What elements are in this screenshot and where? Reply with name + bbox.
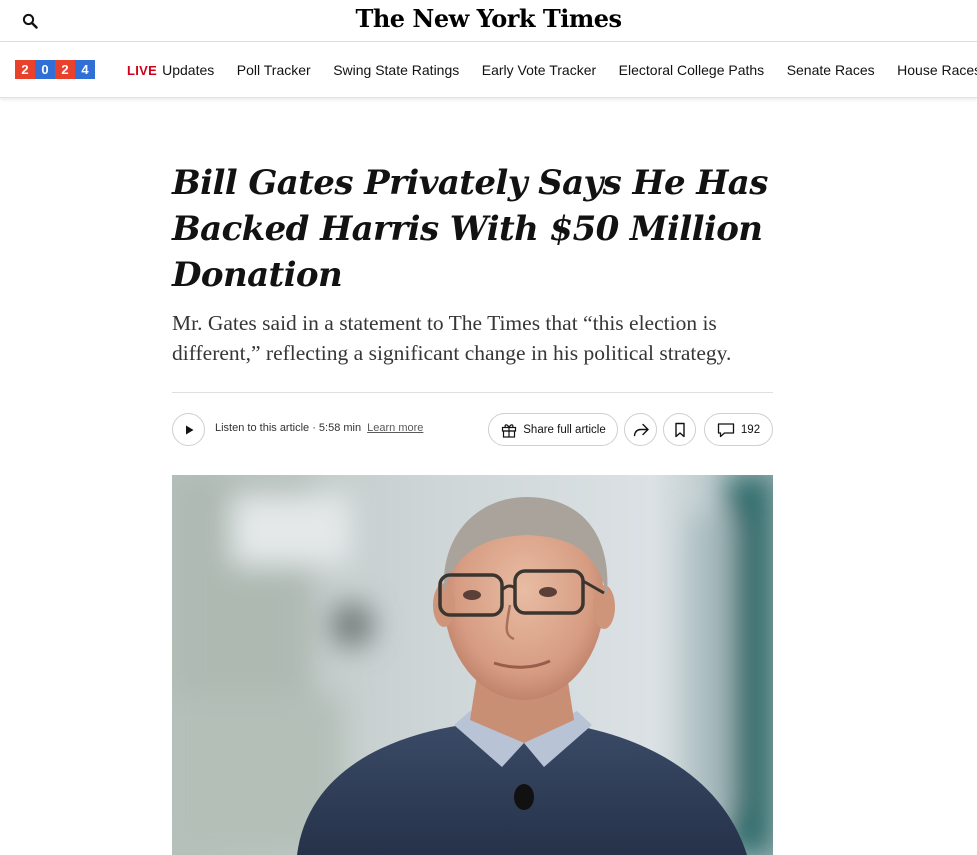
gift-icon xyxy=(502,423,517,438)
article-headline: Bill Gates Privately Says He Has Backed … xyxy=(172,163,768,295)
nav-item-label: Updates xyxy=(162,61,215,78)
nav-item-senate-races[interactable]: Senate Races xyxy=(787,62,875,78)
article-lead-photo xyxy=(172,475,773,855)
nav-item-poll-tracker[interactable]: Poll Tracker xyxy=(237,62,311,78)
listen-duration: Listen to this article · 5:58 min xyxy=(215,422,362,434)
year-digit: 0 xyxy=(35,60,55,79)
play-audio-button[interactable] xyxy=(172,413,205,446)
nav-item-swing-state-ratings[interactable]: Swing State Ratings xyxy=(333,62,459,78)
live-label: LIVE xyxy=(127,62,158,78)
nav-item-house-races[interactable]: House Races xyxy=(897,62,977,78)
article-header: Bill Gates Privately Says He Has Backed … xyxy=(172,160,773,465)
bookmark-button[interactable] xyxy=(663,413,696,446)
listen-label: Listen to this article · 5:58 min Learn m… xyxy=(215,422,423,434)
masthead: The New York Times xyxy=(0,0,977,42)
year-digit: 2 xyxy=(55,60,75,79)
learn-more-link[interactable]: Learn more xyxy=(367,422,423,434)
year-digit: 4 xyxy=(75,60,95,79)
site-logo[interactable]: The New York Times xyxy=(0,4,977,33)
comment-count: 192 xyxy=(740,423,761,436)
play-icon xyxy=(185,425,193,434)
election-year-badge[interactable]: 2 0 2 4 xyxy=(15,60,95,79)
share-button[interactable] xyxy=(624,413,657,446)
share-full-article-label: Share full article xyxy=(523,423,606,436)
comment-icon xyxy=(717,422,735,437)
portrait-photo xyxy=(172,475,773,855)
share-full-article-button[interactable]: Share full article xyxy=(488,413,618,446)
nav-item-electoral-college-paths[interactable]: Electoral College Paths xyxy=(619,62,765,78)
comments-button[interactable]: 192 xyxy=(704,413,773,446)
nav-item-early-vote-tracker[interactable]: Early Vote Tracker xyxy=(482,62,596,78)
article-toolbar: Listen to this article · 5:58 min Learn m… xyxy=(172,393,773,465)
nav-item-live-updates[interactable]: LIVE Updates xyxy=(127,62,214,78)
article-summary: Mr. Gates said in a statement to The Tim… xyxy=(172,311,732,365)
year-digit: 2 xyxy=(15,60,35,79)
election-nav: 2 0 2 4 LIVE Updates Poll Tracker Swing S… xyxy=(0,42,977,98)
bookmark-icon xyxy=(674,422,685,437)
share-arrow-icon xyxy=(633,423,649,436)
